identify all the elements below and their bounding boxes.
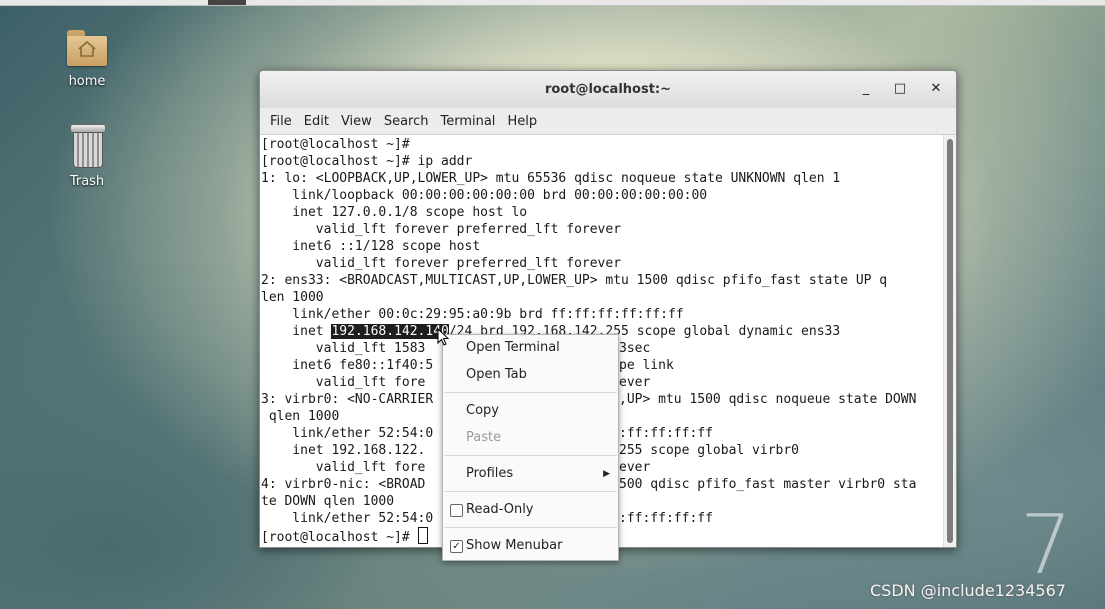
watermark: CSDN @include1234567 (870, 581, 1066, 600)
desktop-icon-trash[interactable]: Trash (52, 124, 122, 189)
submenu-arrow-icon: ▶ (603, 469, 610, 479)
terminal-line: 2: ens33: <BROADCAST,MULTICAST,UP,LOWER_… (261, 273, 888, 288)
terminal-line: [root@localhost ~]# (261, 137, 410, 152)
menu-item-paste: Paste (466, 430, 502, 445)
desktop-icon-label: home (68, 74, 106, 89)
menu-search[interactable]: Search (378, 114, 435, 129)
terminal-line-fragment: 500 qdisc pfifo_fast master virbr0 sta (619, 477, 917, 492)
desktop-icon-label: Trash (69, 174, 105, 189)
brand-mark: 7 (1020, 498, 1073, 593)
menu-item-profiles[interactable]: Profiles ▶ (443, 463, 618, 485)
terminal-line-fragment: 3sec (619, 341, 651, 356)
menu-item-open-terminal[interactable]: Open Terminal (443, 337, 618, 359)
terminal-line: link/loopback 00:00:00:00:00:00 brd 00:0… (261, 188, 708, 203)
scrollbar[interactable] (943, 135, 956, 547)
maximize-button[interactable]: □ (891, 80, 909, 98)
terminal-line: valid_lft forever preferred_lft forever (261, 256, 622, 271)
trash-icon (68, 124, 106, 168)
terminal-line: link/ether 00:0c:29:95:a0:9b brd ff:ff:f… (261, 307, 684, 322)
terminal-line-fragment: pe link (619, 358, 674, 373)
menu-item-show-menubar[interactable]: ✓ Show Menubar (443, 535, 618, 557)
menu-file[interactable]: File (264, 114, 298, 129)
context-menu: Open Terminal Open Tab Copy Paste Profil… (442, 334, 619, 561)
desktop-icon-home[interactable]: home (52, 28, 122, 89)
window-titlebar[interactable]: root@localhost:~ _ □ ✕ (260, 71, 956, 108)
home-folder-icon (65, 28, 109, 68)
terminal-line: inet6 ::1/128 scope host (261, 239, 481, 254)
text-cursor (417, 527, 428, 544)
terminal-line: inet 127.0.0.1/8 scope host lo (261, 205, 528, 220)
menubar: File Edit View Search Terminal Help (260, 108, 956, 135)
checkbox-icon[interactable] (450, 504, 463, 517)
close-button[interactable]: ✕ (927, 80, 945, 98)
top-panel-item[interactable] (208, 0, 246, 5)
menu-separator (444, 392, 617, 393)
menu-edit[interactable]: Edit (298, 114, 335, 129)
terminal-line-fragment: :ff:ff:ff:ff (619, 511, 713, 526)
terminal-line: [root@localhost ~]# ip addr (261, 154, 473, 169)
menu-item-read-only[interactable]: Read-Only (443, 499, 618, 521)
terminal-line: 1: lo: <LOOPBACK,UP,LOWER_UP> mtu 65536 … (261, 171, 841, 186)
menu-item-copy[interactable]: Copy (443, 400, 618, 422)
mouse-pointer-icon (437, 328, 449, 346)
terminal-line-fragment: :ff:ff:ff:ff (619, 426, 713, 441)
menu-view[interactable]: View (335, 114, 378, 129)
selected-text[interactable]: 192.168.142.140 (331, 324, 449, 339)
top-panel (0, 0, 1105, 6)
menu-help[interactable]: Help (501, 114, 543, 129)
window-title: root@localhost:~ (544, 82, 672, 97)
menu-item-open-tab[interactable]: Open Tab (443, 364, 618, 386)
menu-separator (444, 491, 617, 492)
scrollbar-thumb[interactable] (947, 139, 953, 543)
terminal-line: valid_lft forever preferred_lft forever (261, 222, 622, 237)
menu-terminal[interactable]: Terminal (434, 114, 501, 129)
terminal-line-fragment: ever (619, 375, 651, 390)
menu-separator (444, 527, 617, 528)
terminal-line-fragment: ,UP> mtu 1500 qdisc noqueue state DOWN (619, 392, 917, 407)
terminal-line-fragment: 255 scope global virbr0 (619, 443, 800, 458)
terminal-line-fragment: ever (619, 460, 651, 475)
minimize-button[interactable]: _ (857, 80, 875, 98)
checkbox-checked-icon[interactable]: ✓ (450, 540, 463, 553)
terminal-line: len 1000 (261, 290, 324, 305)
menu-separator (444, 455, 617, 456)
